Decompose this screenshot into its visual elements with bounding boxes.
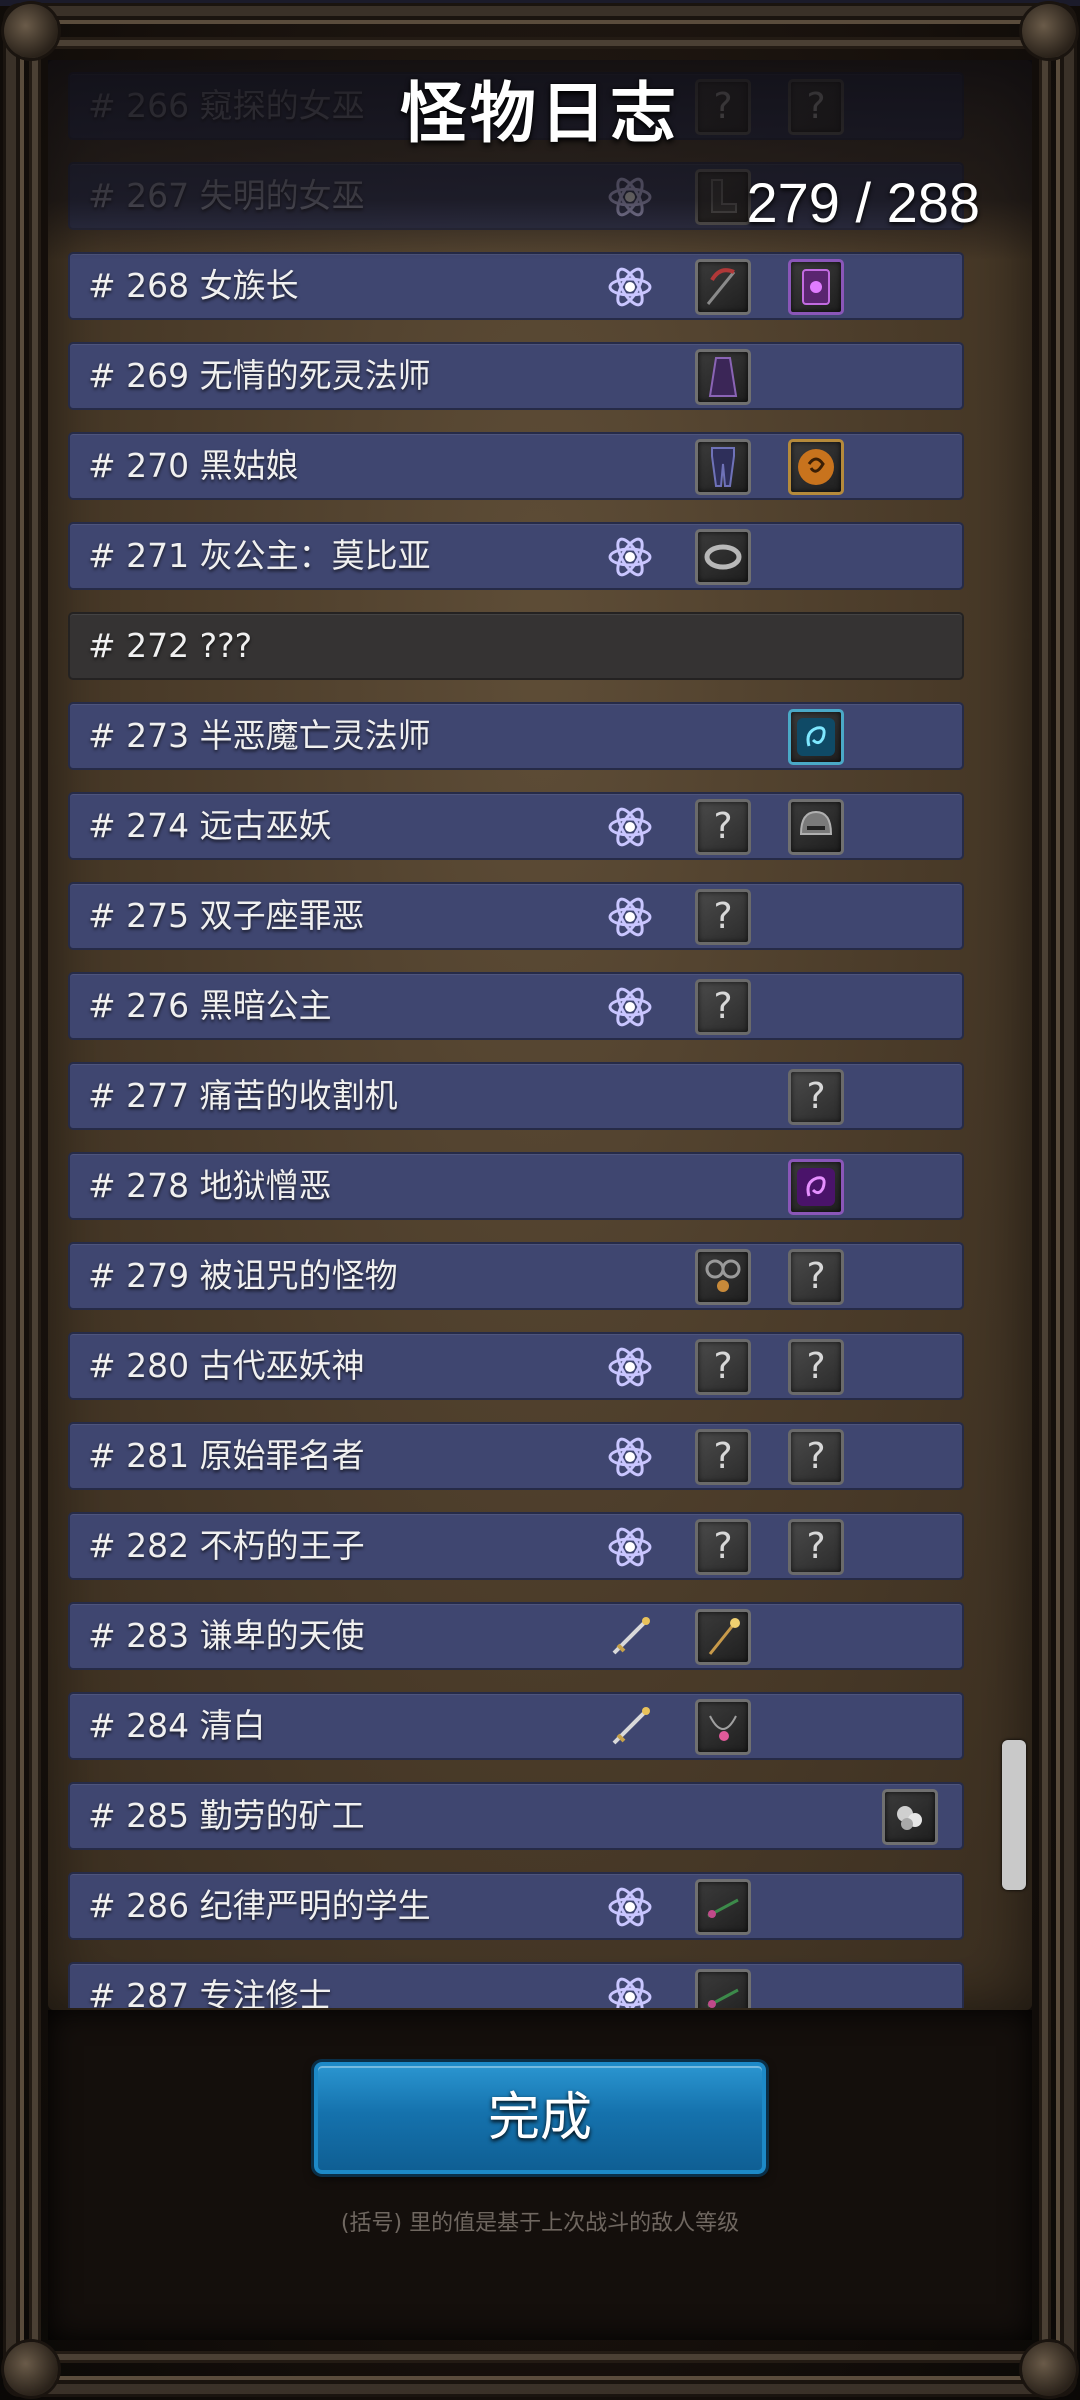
monster-row[interactable]: # 287 专注修士 [68, 1962, 964, 2008]
unknown-drop-slot[interactable]: ? [788, 1069, 844, 1125]
ring-icon[interactable] [695, 529, 751, 585]
monster-list[interactable]: # 266 窥探的女巫?? # 267 失明的女巫 # 268 女族长 # 269 无… [68, 70, 966, 2008]
monster-row-label: # 282 不朽的王子 [88, 1526, 365, 1565]
monster-row[interactable]: # 281 原始罪名者?? [68, 1422, 964, 1490]
monster-row-label: # 277 痛苦的收割机 [88, 1076, 398, 1115]
level-footnote: (括号) 里的值是基于上次战斗的敌人等级 [340, 2211, 740, 2236]
purple-rune-icon[interactable] [788, 1159, 844, 1215]
sword-icon [602, 1609, 658, 1665]
monster-row[interactable]: # 282 不朽的王子?? [68, 1512, 964, 1580]
essence-atom-icon [602, 799, 658, 855]
unknown-drop-slot[interactable]: ? [695, 889, 751, 945]
essence-atom-icon [602, 1519, 658, 1575]
monster-row-label: # 268 女族长 [88, 266, 299, 305]
monster-row[interactable]: # 276 黑暗公主? [68, 972, 964, 1040]
monster-row-label: # 283 谦卑的天使 [88, 1616, 365, 1655]
sword-icon [602, 1699, 658, 1755]
monster-row[interactable]: # 271 灰公主：莫比亚 [68, 522, 964, 590]
monster-row-label: # 287 专注修士 [88, 1976, 332, 2008]
essence-atom-icon [602, 1969, 658, 2008]
essence-atom-icon [602, 169, 658, 225]
done-button[interactable]: 完成 [314, 2062, 766, 2174]
wand-icon[interactable] [695, 1879, 751, 1935]
cyan-rune-icon[interactable] [788, 709, 844, 765]
monster-row-label: # 275 双子座罪恶 [88, 896, 365, 935]
boots-icon[interactable] [695, 169, 751, 225]
spellbook-icon[interactable] [788, 259, 844, 315]
robe-icon[interactable] [695, 349, 751, 405]
monster-row-label: # 284 清白 [88, 1706, 266, 1745]
unknown-drop-slot[interactable]: ? [695, 1519, 751, 1575]
frame-corner-ornament [1022, 2342, 1076, 2396]
essence-atom-icon [602, 1339, 658, 1395]
monster-row[interactable]: # 274 远古巫妖? [68, 792, 964, 860]
monster-row[interactable]: # 275 双子座罪恶? [68, 882, 964, 950]
monster-row[interactable]: # 285 勤劳的矿工 [68, 1782, 964, 1850]
monster-row-label: # 267 失明的女巫 [88, 176, 365, 215]
monster-row[interactable]: # 286 纪律严明的学生 [68, 1872, 964, 1940]
staff-icon[interactable] [695, 1609, 751, 1665]
unknown-drop-slot[interactable]: ? [788, 1519, 844, 1575]
essence-atom-icon [602, 529, 658, 585]
monster-row-label: # 273 半恶魔亡灵法师 [88, 716, 431, 755]
monster-row[interactable]: # 269 无情的死灵法师 [68, 342, 964, 410]
monster-row-label: # 271 灰公主：莫比亚 [88, 536, 431, 575]
frame-corner-ornament [4, 2342, 58, 2396]
essence-atom-icon [602, 979, 658, 1035]
unknown-drop-slot[interactable]: ? [695, 1429, 751, 1485]
monster-row[interactable]: # 272 ??? [68, 612, 964, 680]
page-title: 怪物日志 [400, 75, 680, 152]
monster-row-label: # 281 原始罪名者 [88, 1436, 365, 1475]
unknown-drop-slot[interactable]: ? [695, 1339, 751, 1395]
monster-row-label: # 279 被诅咒的怪物 [88, 1256, 398, 1295]
orange-rune-icon[interactable] [788, 439, 844, 495]
monster-journal-screen: # 266 窥探的女巫?? # 267 失明的女巫 # 268 女族长 # 269 无… [0, 0, 1080, 2400]
monster-row-label: # 276 黑暗公主 [88, 986, 332, 1025]
discovery-counter: 279 / 288 [746, 171, 980, 234]
frame-corner-ornament [4, 4, 58, 58]
unknown-drop-slot[interactable]: ? [788, 1429, 844, 1485]
bottom-panel [48, 2010, 1032, 2340]
monster-row[interactable]: # 280 古代巫妖神?? [68, 1332, 964, 1400]
essence-atom-icon [602, 1429, 658, 1485]
monster-row[interactable]: # 284 清白 [68, 1692, 964, 1760]
monster-row-label: # 270 黑姑娘 [88, 446, 299, 485]
monster-row[interactable]: # 268 女族长 [68, 252, 964, 320]
leggings-icon[interactable] [695, 439, 751, 495]
monster-row-label: # 269 无情的死灵法师 [88, 356, 431, 395]
necklace-icon[interactable] [695, 1699, 751, 1755]
scythe-icon[interactable] [695, 259, 751, 315]
monster-row[interactable]: # 279 被诅咒的怪物? [68, 1242, 964, 1310]
unknown-drop-slot[interactable]: ? [695, 979, 751, 1035]
wand-icon[interactable] [695, 1969, 751, 2008]
list-scrollbar[interactable] [1002, 1740, 1026, 1890]
essence-atom-icon [602, 1879, 658, 1935]
helmet-icon[interactable] [788, 799, 844, 855]
monster-row[interactable]: # 277 痛苦的收割机? [68, 1062, 964, 1130]
frame-corner-ornament [1022, 4, 1076, 58]
monster-row[interactable]: # 278 地狱憎恶 [68, 1152, 964, 1220]
monster-row-label: # 278 地狱憎恶 [88, 1166, 332, 1205]
monster-row-label: # 286 纪律严明的学生 [88, 1886, 431, 1925]
monster-row-label: # 285 勤劳的矿工 [88, 1796, 365, 1835]
monster-row[interactable]: # 270 黑姑娘 [68, 432, 964, 500]
essence-atom-icon [602, 259, 658, 315]
unknown-drop-slot[interactable]: ? [788, 1249, 844, 1305]
essence-atom-icon [602, 889, 658, 945]
unknown-drop-slot[interactable]: ? [695, 799, 751, 855]
monster-row-label: # 274 远古巫妖 [88, 806, 332, 845]
amulet-icon[interactable] [695, 1249, 751, 1305]
unknown-drop-slot[interactable]: ? [788, 1339, 844, 1395]
monster-row-label: # 280 古代巫妖神 [88, 1346, 365, 1385]
monster-row-label: # 272 ??? [88, 626, 253, 665]
monster-row[interactable]: # 273 半恶魔亡灵法师 [68, 702, 964, 770]
ore-icon[interactable] [882, 1789, 938, 1845]
monster-row[interactable]: # 283 谦卑的天使 [68, 1602, 964, 1670]
